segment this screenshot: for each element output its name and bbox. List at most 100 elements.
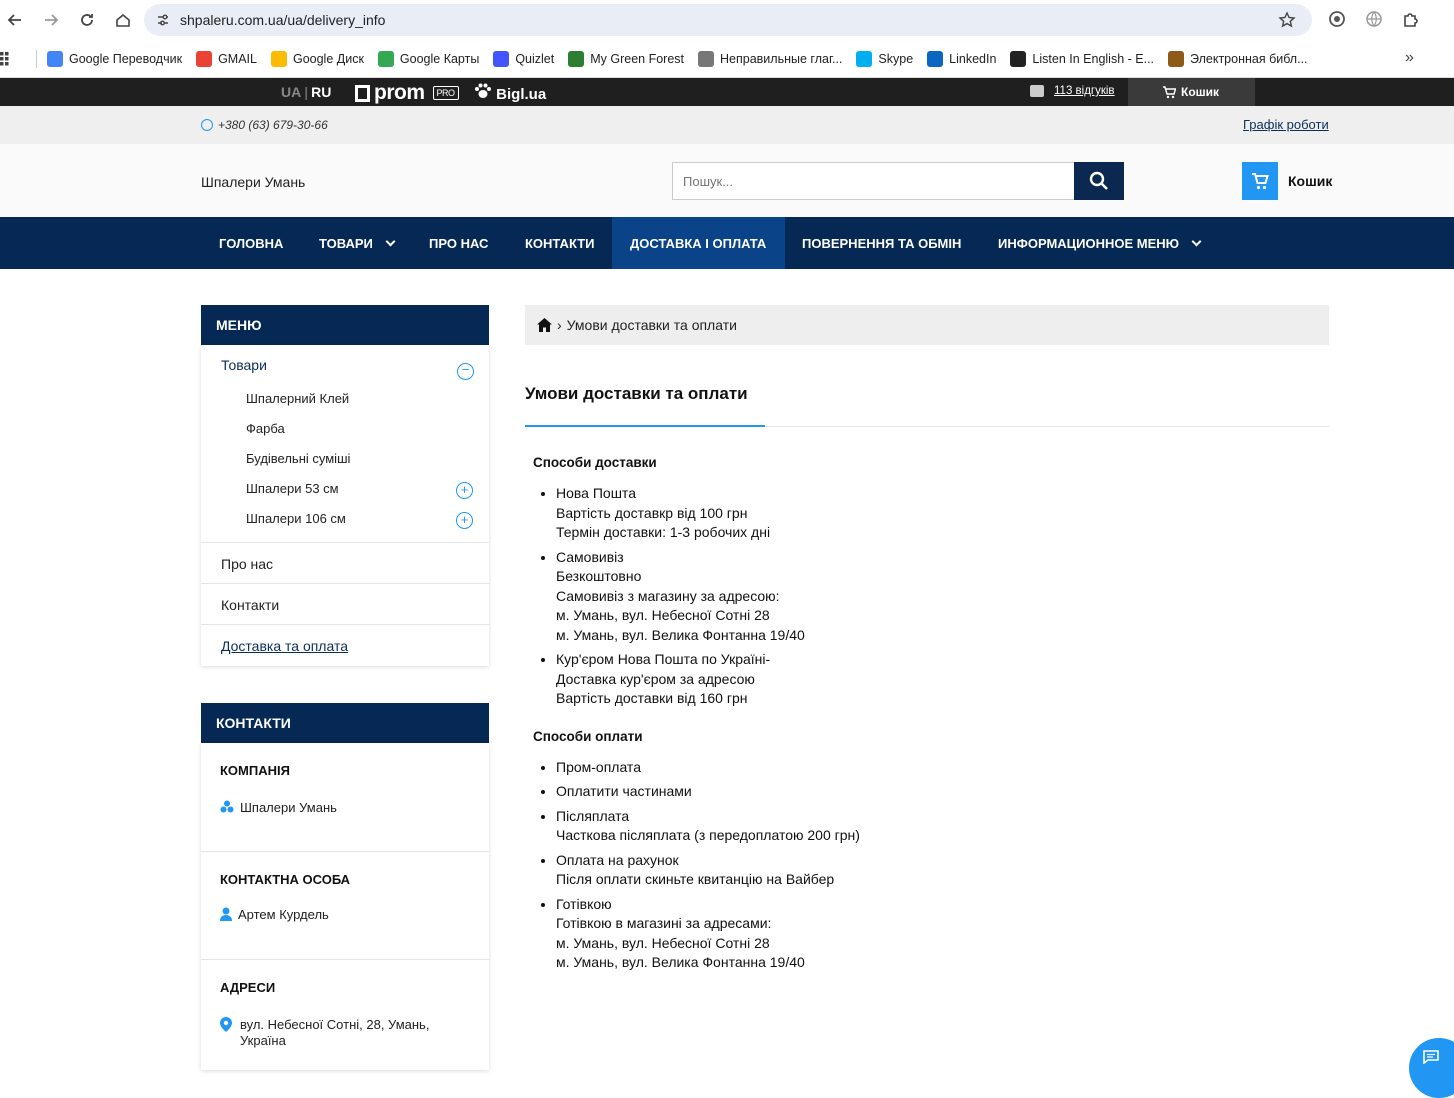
bookmark-item[interactable]: Неправильные глаг... bbox=[698, 50, 843, 67]
nav-goods[interactable]: ТОВАРИ bbox=[301, 217, 412, 269]
bookmark-favicon-icon bbox=[196, 50, 213, 67]
search-button[interactable] bbox=[1074, 162, 1124, 200]
prom-logo[interactable]: prom PRO bbox=[355, 81, 459, 105]
site-info-icon[interactable] bbox=[154, 11, 172, 29]
sidebar-item-goods[interactable]: Товари bbox=[221, 357, 469, 379]
person-icon bbox=[220, 907, 232, 921]
delivery-methods-list: Нова Пошта Вартість доставкр від 100 грн Т… bbox=[533, 484, 1323, 709]
bookmark-label: Электронная библ... bbox=[1190, 51, 1308, 66]
method-name: Оплатити частинами bbox=[556, 783, 692, 799]
bookmark-item[interactable]: LinkedIn bbox=[927, 50, 997, 67]
shop-name[interactable]: Шпалери Умань bbox=[201, 174, 305, 190]
bookmark-favicon-icon bbox=[927, 50, 944, 67]
bookmark-label: Google Переводчик bbox=[69, 51, 183, 66]
payment-method: Післяплата Часткова післяплата (з передоп… bbox=[556, 807, 1323, 846]
sidebar-item-contacts[interactable]: Контакти bbox=[201, 584, 489, 625]
bookmark-item[interactable]: Skype bbox=[856, 50, 913, 67]
translate-globe-icon[interactable] bbox=[1365, 10, 1383, 33]
language-switch: UA | RU bbox=[281, 84, 332, 100]
breadcrumb: › Умови доставки та оплати bbox=[525, 305, 1329, 345]
payment-method: Оплатити частинами bbox=[556, 782, 1323, 802]
bookmark-favicon-icon bbox=[1010, 50, 1027, 67]
sidebar-menu: МЕНЮ Товари − Шпалерний Клей Фарба Будів… bbox=[201, 305, 489, 666]
sidebar-item-about[interactable]: Про нас bbox=[201, 543, 489, 584]
nav-info-menu[interactable]: ИНФОРМАЦИОННОЕ МЕНЮ bbox=[980, 217, 1218, 269]
company-heading: КОМПАНІЯ bbox=[220, 763, 290, 778]
bookmark-item[interactable]: GMAIL bbox=[196, 50, 257, 67]
reload-icon[interactable] bbox=[76, 9, 98, 31]
bookmark-favicon-icon bbox=[1168, 50, 1185, 67]
bookmark-label: LinkedIn bbox=[949, 51, 997, 66]
bookmark-item[interactable]: Google Переводчик bbox=[47, 50, 183, 67]
schedule-link[interactable]: Графік роботи bbox=[1243, 117, 1329, 132]
phone-number[interactable]: +380 (63) 679-30-66 bbox=[201, 118, 328, 132]
contact-bar: +380 (63) 679-30-66 Графік роботи bbox=[0, 106, 1454, 144]
method-name: Готівкою bbox=[556, 895, 612, 912]
bookmark-label: GMAIL bbox=[218, 51, 257, 66]
url-text[interactable]: shpaleru.com.ua/ua/delivery_info bbox=[180, 12, 385, 28]
bookmark-label: Listen In English - E... bbox=[1032, 51, 1155, 66]
apps-grid-icon[interactable] bbox=[0, 51, 14, 66]
reviews-link[interactable]: 113 відгуків bbox=[1030, 85, 1115, 97]
bookmark-favicon-icon bbox=[568, 50, 585, 67]
back-icon[interactable] bbox=[4, 9, 26, 31]
bookmark-item[interactable]: Google Диск bbox=[270, 50, 364, 67]
address-bar[interactable]: shpaleru.com.ua/ua/delivery_info bbox=[144, 4, 1312, 36]
bookmark-label: Неправильные глаг... bbox=[720, 51, 843, 66]
collapse-icon[interactable]: − bbox=[457, 363, 474, 380]
paw-icon bbox=[474, 83, 496, 103]
sidebar-subitem[interactable]: Шпалери 53 см bbox=[201, 473, 469, 503]
bookmarks-bar: Google Переводчик GMAIL Google Диск Google … bbox=[0, 40, 1454, 78]
bookmark-star-icon[interactable] bbox=[1278, 11, 1296, 34]
home-icon[interactable] bbox=[112, 9, 134, 31]
method-name: Нова Пошта bbox=[556, 485, 636, 501]
sidebar-subitem[interactable]: Будівельні суміші bbox=[201, 443, 469, 473]
expand-icon[interactable]: + bbox=[456, 482, 473, 499]
chat-widget-button[interactable] bbox=[1409, 1038, 1454, 1098]
bookmark-item[interactable]: Электронная библ... bbox=[1168, 50, 1308, 67]
method-detail: Вартість доставки від 160 грн bbox=[556, 690, 748, 706]
address-text: вул. Небесної Сотні, 28, Умань, Україна bbox=[240, 1017, 430, 1048]
bookmarks-overflow-icon[interactable]: » bbox=[1405, 49, 1414, 67]
extensions-puzzle-icon[interactable] bbox=[1402, 10, 1420, 33]
sidebar-subitem[interactable]: Шпалерний Клей bbox=[201, 383, 469, 413]
nav-about[interactable]: ПРО НАС bbox=[411, 217, 506, 269]
lang-ua[interactable]: UA bbox=[281, 84, 301, 100]
method-detail: Готівкою в магазині за адресами: bbox=[556, 915, 772, 931]
search-input[interactable] bbox=[672, 162, 1074, 200]
contact-person-name: Артем Курдель bbox=[238, 907, 329, 922]
header-cart-button[interactable]: Кошик bbox=[1242, 162, 1332, 200]
method-name: Кур'єром Нова Пошта по Україні- bbox=[556, 651, 771, 667]
bookmark-item[interactable]: Quizlet bbox=[493, 50, 554, 67]
forward-icon[interactable] bbox=[40, 9, 62, 31]
top-cart-button[interactable]: Кошик bbox=[1128, 78, 1255, 106]
nav-returns[interactable]: ПОВЕРНЕННЯ ТА ОБМІН bbox=[784, 217, 979, 269]
prom-topbar: UA | RU prom PRO Bigl.ua 113 відгуків Коши… bbox=[0, 78, 1454, 106]
bookmark-item[interactable]: Google Карты bbox=[377, 50, 480, 67]
method-detail: Після оплати скиньте квитанцію на Вайбер bbox=[556, 871, 835, 887]
address-heading: АДРЕСИ bbox=[220, 980, 276, 995]
sidebar-subitem[interactable]: Фарба bbox=[201, 413, 469, 443]
home-icon[interactable] bbox=[537, 318, 552, 332]
nav-contacts[interactable]: КОНТАКТИ bbox=[507, 217, 613, 269]
top-cart-label: Кошик bbox=[1181, 85, 1220, 99]
main-nav: ГОЛОВНА ТОВАРИ ПРО НАС КОНТАКТИ ДОСТАВКА… bbox=[0, 217, 1454, 269]
bookmark-item[interactable]: My Green Forest bbox=[568, 50, 684, 67]
method-name: Пром-оплата bbox=[556, 758, 641, 775]
method-detail: Самовивіз з магазину за адресою: bbox=[556, 587, 780, 604]
prom-logo-square-icon bbox=[355, 84, 370, 102]
sidebar-item-delivery[interactable]: Доставка та оплата bbox=[201, 625, 489, 666]
chevron-down-icon bbox=[385, 236, 396, 246]
nav-home[interactable]: ГОЛОВНА bbox=[201, 217, 301, 269]
bookmark-item[interactable]: Listen In English - E... bbox=[1010, 50, 1155, 67]
expand-icon[interactable]: + bbox=[456, 512, 473, 529]
nav-delivery[interactable]: ДОСТАВКА І ОПЛАТА bbox=[612, 217, 785, 269]
method-detail: м. Умань, вул. Небесної Сотні 28 bbox=[556, 607, 770, 623]
bigl-logo[interactable]: Bigl.ua bbox=[474, 83, 546, 103]
lang-ru[interactable]: RU bbox=[311, 84, 331, 100]
profile-extension-icon[interactable] bbox=[1328, 10, 1346, 33]
bookmark-label: Google Карты bbox=[399, 51, 480, 66]
bookmark-favicon-icon bbox=[377, 50, 394, 67]
sidebar-subitem[interactable]: Шпалери 106 см bbox=[201, 503, 469, 533]
payment-methods-list: Пром-оплата Оплатити частинами Післяплата Ч… bbox=[533, 758, 1323, 973]
